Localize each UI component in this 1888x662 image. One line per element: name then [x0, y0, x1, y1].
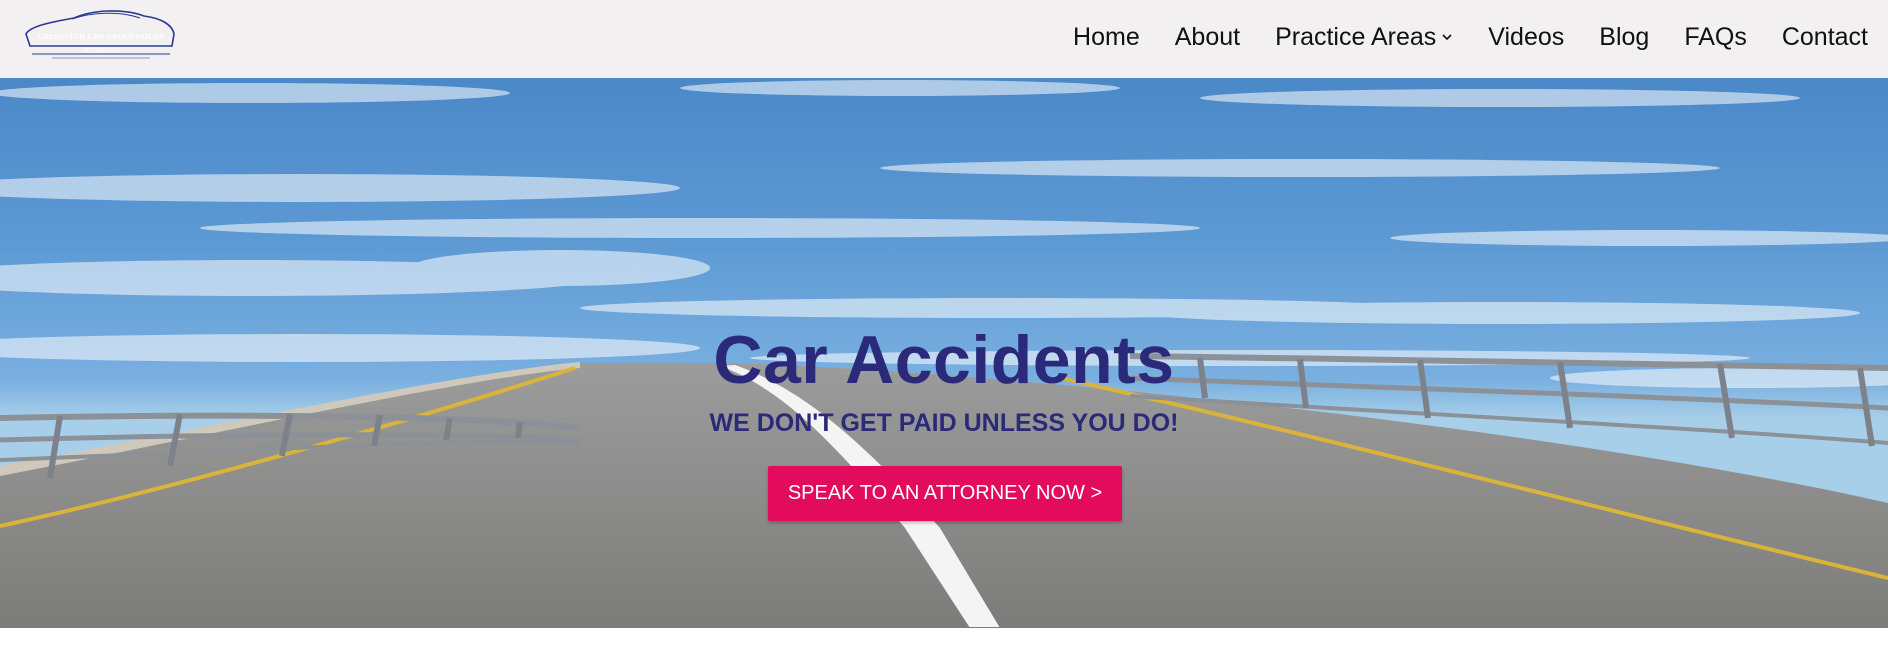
nav-home[interactable]: Home	[1073, 23, 1140, 52]
logo-subtext: ATTORNEYS	[83, 48, 119, 54]
speak-to-attorney-button[interactable]: SPEAK TO AN ATTORNEY NOW >	[768, 466, 1122, 521]
logo-text: CARSWITCH LAW GROUP INJURY	[37, 32, 165, 41]
hero-banner: Car Accidents WE DON'T GET PAID UNLESS Y…	[0, 78, 1888, 628]
main-nav: Home About Practice Areas Videos Blog FA…	[1073, 0, 1868, 74]
nav-videos[interactable]: Videos	[1488, 23, 1564, 52]
nav-contact[interactable]: Contact	[1782, 23, 1868, 52]
nav-home-label: Home	[1073, 22, 1140, 51]
nav-about[interactable]: About	[1175, 23, 1240, 52]
hero-subtitle: WE DON'T GET PAID UNLESS YOU DO!	[709, 409, 1179, 437]
nav-practice-areas-label: Practice Areas	[1275, 22, 1437, 51]
nav-faqs[interactable]: FAQs	[1684, 23, 1747, 52]
chevron-down-icon	[1442, 34, 1452, 41]
nav-videos-label: Videos	[1488, 22, 1565, 51]
nav-contact-label: Contact	[1781, 22, 1868, 51]
nav-blog-label: Blog	[1599, 22, 1650, 51]
site-header: CARSWITCH LAW GROUP INJURY ATTORNEYS Hom…	[0, 0, 1888, 78]
nav-faqs-label: FAQs	[1684, 22, 1747, 51]
hero-title: Car Accidents	[713, 322, 1175, 398]
nav-practice-areas[interactable]: Practice Areas	[1275, 23, 1453, 52]
site-logo[interactable]: CARSWITCH LAW GROUP INJURY ATTORNEYS	[22, 4, 180, 62]
nav-blog[interactable]: Blog	[1599, 23, 1649, 52]
nav-about-label: About	[1174, 22, 1241, 51]
